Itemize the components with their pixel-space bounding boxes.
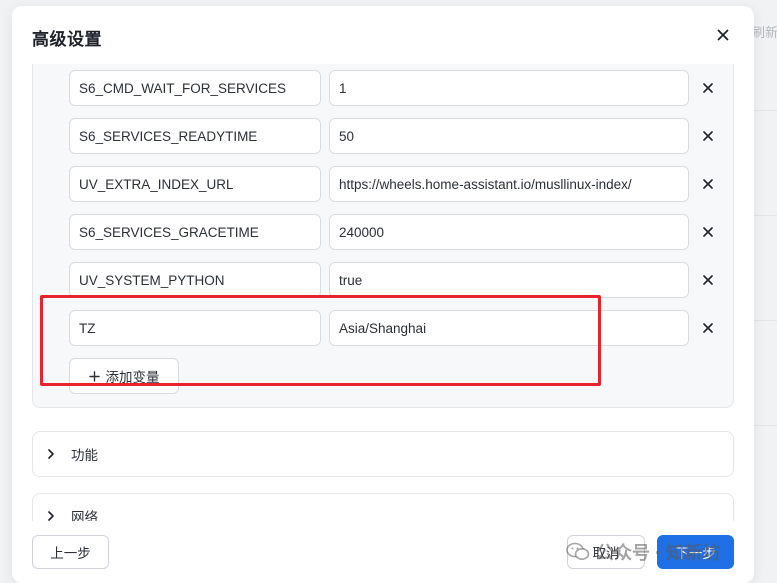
close-icon [703,179,713,189]
remove-variable-button[interactable] [697,221,719,243]
section-label: 功能 [71,448,98,463]
section-network[interactable]: 网络 [32,493,734,521]
close-icon [703,131,713,141]
env-key-input[interactable]: S6_SERVICES_READYTIME [69,118,321,154]
env-value-input[interactable]: Asia/Shanghai [329,310,689,346]
remove-variable-button[interactable] [697,317,719,339]
dialog-body[interactable]: S6_CMD_WAIT_FOR_SERVICES 1 S6_SERVICES_R… [12,64,754,521]
environment-variables-panel: S6_CMD_WAIT_FOR_SERVICES 1 S6_SERVICES_R… [32,64,734,408]
env-var-row: TZ Asia/Shanghai [69,310,719,346]
background-divider [752,110,777,111]
chevron-right-icon [47,509,61,521]
env-value-input[interactable]: true [329,262,689,298]
plus-icon [88,370,100,382]
background-divider [752,425,777,426]
close-icon [717,29,729,41]
dialog-header: 高级设置 [12,6,754,64]
env-value-input[interactable]: 1 [329,70,689,106]
add-variable-label: 添加变量 [105,370,160,385]
env-key-input[interactable]: S6_SERVICES_GRACETIME [69,214,321,250]
env-value-input[interactable]: 50 [329,118,689,154]
env-var-row: S6_CMD_WAIT_FOR_SERVICES 1 [69,70,719,106]
add-variable-button[interactable]: 添加变量 [69,358,179,394]
close-icon [703,227,713,237]
remove-variable-button[interactable] [697,77,719,99]
close-icon [703,83,713,93]
remove-variable-button[interactable] [697,173,719,195]
close-dialog-button[interactable] [712,24,734,46]
env-var-row: UV_EXTRA_INDEX_URL https://wheels.home-a… [69,166,719,202]
close-icon [703,323,713,333]
chevron-right-icon [47,447,61,461]
background-divider [752,320,777,321]
advanced-settings-dialog: 高级设置 S6_CMD_WAIT_FOR_SERVICES 1 S6_SERVI… [12,6,754,583]
env-var-row: S6_SERVICES_READYTIME 50 [69,118,719,154]
remove-variable-button[interactable] [697,125,719,147]
dialog-footer: 上一步 取消 下一步 [12,521,754,583]
env-var-row: UV_SYSTEM_PYTHON true [69,262,719,298]
remove-variable-button[interactable] [697,269,719,291]
section-label: 网络 [71,510,98,521]
dialog-title: 高级设置 [32,30,102,49]
close-icon [703,275,713,285]
cancel-button[interactable]: 取消 [567,535,645,569]
env-key-input[interactable]: S6_CMD_WAIT_FOR_SERVICES [69,70,321,106]
previous-step-button[interactable]: 上一步 [32,535,109,569]
section-features[interactable]: 功能 [32,431,734,477]
env-value-input[interactable]: https://wheels.home-assistant.io/musllin… [329,166,689,202]
background-divider [752,215,777,216]
env-value-input[interactable]: 240000 [329,214,689,250]
env-key-input[interactable]: TZ [69,310,321,346]
env-var-row: S6_SERVICES_GRACETIME 240000 [69,214,719,250]
env-key-input[interactable]: UV_EXTRA_INDEX_URL [69,166,321,202]
next-step-button[interactable]: 下一步 [657,535,734,569]
env-key-input[interactable]: UV_SYSTEM_PYTHON [69,262,321,298]
background-refresh-button: 刷新 [752,25,777,40]
